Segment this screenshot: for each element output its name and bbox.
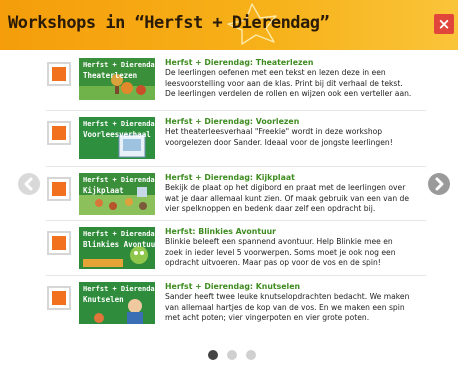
- chevron-left-icon: [24, 177, 33, 191]
- workshop-desc-line: De leerlingen verdelen de rollen en wijz…: [165, 89, 412, 98]
- workshop-title[interactable]: Herfst + Dierendag: Knutselen: [165, 282, 430, 292]
- workshop-thumbnail[interactable]: Herfst + Dierendag Theaterlezen: [79, 58, 155, 100]
- checkbox-fill: [52, 291, 66, 305]
- workshop-title[interactable]: Herfst + Dierendag: Theaterlezen: [165, 58, 430, 68]
- thumbnail-label-series: Herfst + Dierendag: [83, 176, 155, 184]
- page-dot-1[interactable]: [208, 350, 218, 360]
- workshop-row: Herfst + Dierendag Knutselen Herfst + Di…: [0, 275, 458, 334]
- workshop-desc-line: De leerlingen oefenen met een tekst en l…: [165, 68, 386, 77]
- thumbnail-label-series: Herfst + Dierendag: [83, 120, 155, 128]
- row-divider: [46, 220, 426, 221]
- workshop-checkbox[interactable]: [47, 62, 71, 86]
- checkbox-fill: [52, 236, 66, 250]
- workshop-row: Herfst + Dierendag Theaterlezen Herfst +…: [0, 54, 458, 110]
- workshop-checkbox[interactable]: [47, 231, 71, 255]
- workshop-row: Herfst + Dierendag Voorleesverhaal Herfs…: [0, 110, 458, 169]
- workshop-title[interactable]: Herfst + Dierendag: Voorlezen: [165, 117, 430, 127]
- workshop-thumbnail[interactable]: Herfst + Dierendag Knutselen: [79, 282, 155, 324]
- thumbnail-label-series: Herfst + Dierendag: [83, 285, 155, 293]
- previous-page-button[interactable]: [18, 173, 40, 195]
- dialog-header: Workshops in “Herfst + Dierendag” ×: [0, 0, 458, 50]
- workshop-desc-line: voorgelezen door Sander. Ideaal voor de …: [165, 137, 393, 147]
- workshop-thumbnail[interactable]: Herfst + Dierendag Blinkies Avontuur: [79, 227, 155, 269]
- thumbnail-label-series: Herfst + Dierendag: [83, 230, 155, 238]
- next-page-button[interactable]: [428, 173, 450, 195]
- workshop-thumbnail[interactable]: Herfst + Dierendag Kijkplaat: [79, 173, 155, 215]
- thumbnail-label-title: Kijkplaat: [83, 186, 124, 195]
- checkbox-fill: [52, 182, 66, 196]
- workshop-checkbox[interactable]: [47, 286, 71, 310]
- workshop-desc-line: Het theaterleesverhaal "Freekie" wordt i…: [165, 127, 383, 136]
- workshop-desc-line: opdracht uitvoeren. Maar pas op voor de …: [165, 258, 381, 267]
- workshop-row: Herfst + Dierendag Kijkplaat Herfst + Di…: [0, 166, 458, 225]
- workshop-desc-line: van allemaal hartjes de kop van de vos. …: [165, 302, 405, 312]
- workshop-desc-line: met acht poten; vier vingerpoten en vier…: [165, 313, 370, 322]
- thumbnail-label-series: Herfst + Dierendag: [83, 61, 155, 69]
- close-button[interactable]: ×: [434, 14, 454, 34]
- chevron-right-icon: [435, 177, 444, 191]
- workshop-desc-line: zoek in ieder level 5 voorwerpen. Soms m…: [165, 247, 396, 257]
- workshop-desc-line: Bekijk de plaat op het digibord en praat…: [165, 183, 406, 192]
- workshop-desc-line: leesvoorstelling voor aan de klas. Print…: [165, 78, 403, 88]
- checkbox-fill: [52, 126, 66, 140]
- row-divider: [46, 166, 426, 167]
- page-dot-2[interactable]: [227, 350, 237, 360]
- workshop-checkbox[interactable]: [47, 121, 71, 145]
- thumbnail-label-title: Blinkies Avontuur: [83, 240, 155, 249]
- workshop-desc-line: Sander heeft twee leuke knutselopdrachte…: [165, 292, 410, 301]
- workshop-desc-line: Blinkie beleeft een spannend avontuur. H…: [165, 237, 393, 246]
- thumbnail-label-title: Voorleesverhaal: [83, 130, 151, 139]
- workshop-title[interactable]: Herfst + Dierendag: Kijkplaat: [165, 173, 430, 183]
- thumbnail-label-title: Knutselen: [83, 295, 124, 304]
- workshop-checkbox[interactable]: [47, 177, 71, 201]
- row-divider: [46, 275, 426, 276]
- workshop-row: Herfst + Dierendag Blinkies Avontuur Her…: [0, 220, 458, 279]
- thumbnail-label-title: Theaterlezen: [83, 71, 138, 80]
- workshop-desc-line: vier spelknoppen en bedenk daar zelf een…: [165, 204, 376, 213]
- dialog-title: Workshops in “Herfst + Dierendag”: [8, 13, 330, 33]
- workshop-thumbnail[interactable]: Herfst + Dierendag Voorleesverhaal: [79, 117, 155, 159]
- row-divider: [46, 110, 426, 111]
- workshop-title[interactable]: Herfst: Blinkies Avontuur: [165, 227, 430, 237]
- workshop-desc-line: wat je daar allemaal kunt zien. Of maak …: [165, 193, 410, 203]
- checkbox-fill: [52, 67, 66, 81]
- page-dot-3[interactable]: [246, 350, 256, 360]
